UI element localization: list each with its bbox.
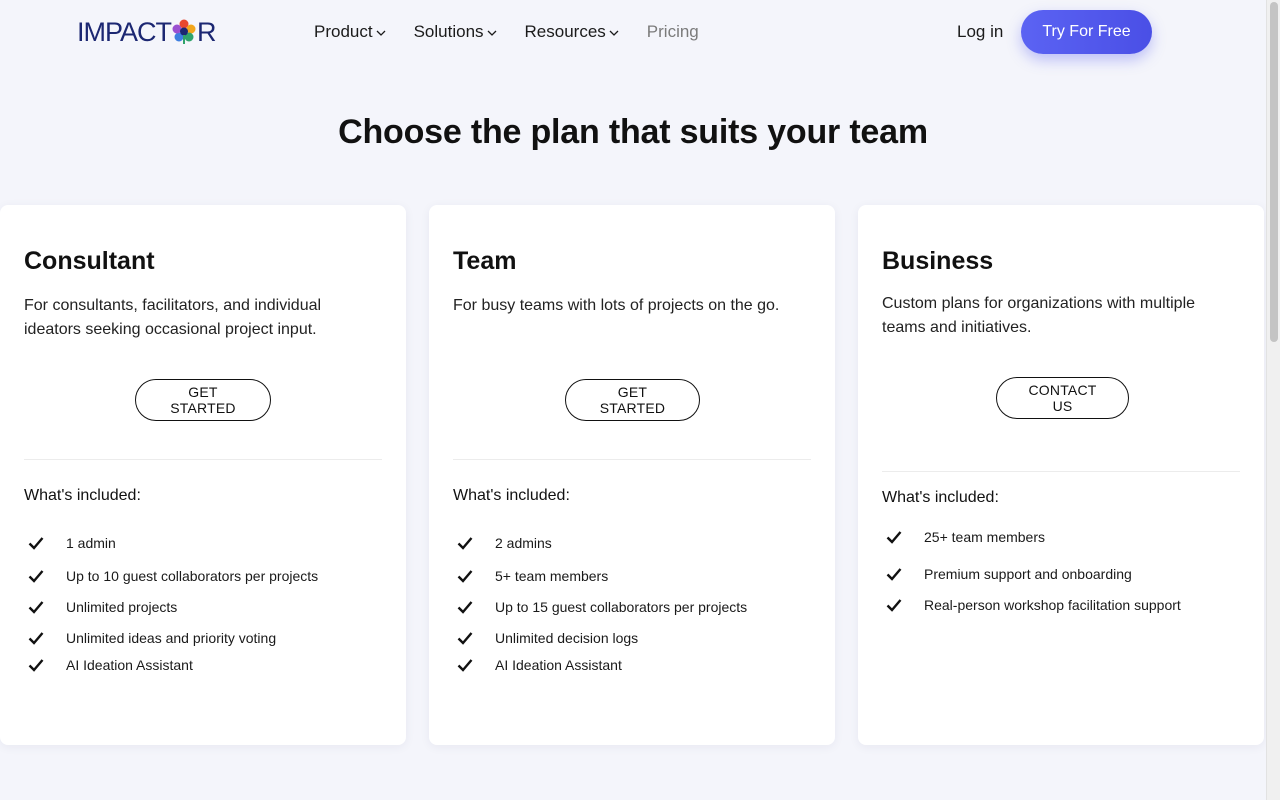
feature-item: Up to 10 guest collaborators per project… [28,568,318,584]
scrollbar-thumb[interactable] [1270,2,1278,342]
chevron-down-icon [376,30,386,36]
site-header: IMPACT R Product Solutions Resources Pri… [0,0,1266,64]
feature-item: Up to 15 guest collaborators per project… [457,599,747,615]
main-nav: Product Solutions Resources Pricing [314,22,699,42]
checkmark-icon [457,632,473,645]
nav-solutions[interactable]: Solutions [414,22,497,42]
nav-product[interactable]: Product [314,22,386,42]
logo-text-left: IMPACT [77,16,172,47]
pricing-page: IMPACT R Product Solutions Resources Pri… [0,0,1280,800]
plan-description: Custom plans for organizations with mult… [882,295,1196,336]
included-label: What's included: [882,489,999,506]
feature-item: 1 admin [28,535,116,551]
divider [24,459,382,460]
login-link[interactable]: Log in [957,22,1003,42]
try-for-free-button[interactable]: Try For Free [1021,10,1152,54]
checkmark-icon [28,601,44,614]
plan-card-team: Team For busy teams with lots of project… [429,205,835,745]
nav-product-label: Product [314,22,373,41]
page-title: Choose the plan that suits your team [338,113,928,151]
get-started-button[interactable]: GET STARTED [135,379,271,421]
chevron-down-icon [487,30,496,36]
checkmark-icon [457,537,473,550]
feature-item: AI Ideation Assistant [28,657,193,673]
logo-text-right: R [197,16,216,47]
feature-item: 25+ team members [886,529,1045,545]
checkmark-icon [28,570,44,583]
nav-solutions-label: Solutions [413,22,484,41]
checkmark-icon [457,601,473,614]
feature-text: Real-person workshop facilitation suppor… [924,597,1181,613]
feature-item: Real-person workshop facilitation suppor… [886,597,1181,613]
plan-name: Business [882,247,994,275]
page-scrollbar[interactable] [1266,0,1280,800]
feature-item: Unlimited decision logs [457,630,638,646]
impactor-logo[interactable]: IMPACT R [77,17,216,47]
get-started-button[interactable]: GET STARTED [565,379,700,421]
feature-item: 5+ team members [457,568,608,584]
feature-text: Unlimited decision logs [495,630,639,646]
feature-text: AI Ideation Assistant [66,657,193,673]
contact-us-button[interactable]: CONTACT US [996,377,1129,419]
feature-text: Up to 10 guest collaborators per project… [66,568,319,584]
feature-item: Premium support and onboarding [886,566,1132,582]
checkmark-icon [28,632,44,645]
checkmark-icon [886,568,902,581]
feature-text: 2 admins [495,535,552,551]
feature-text: 5+ team members [495,568,609,584]
feature-text: Unlimited projects [66,599,178,615]
feature-item: Unlimited ideas and priority voting [28,630,276,646]
included-label: What's included: [24,487,141,504]
nav-resources[interactable]: Resources [525,22,619,42]
nav-pricing[interactable]: Pricing [647,22,699,42]
feature-text: Premium support and onboarding [924,566,1132,582]
nav-pricing-label: Pricing [646,22,699,41]
checkmark-icon [457,570,473,583]
feature-text: Unlimited ideas and priority voting [66,630,277,646]
included-label: What's included: [453,487,570,504]
feature-item: Unlimited projects [28,599,177,615]
plan-description: For busy teams with lots of projects on … [453,297,780,314]
feature-text: Up to 15 guest collaborators per project… [495,599,748,615]
flower-logo-icon [172,19,196,44]
divider [882,471,1240,472]
checkmark-icon [28,537,44,550]
plan-card-business: Business Custom plans for organizations … [858,205,1264,745]
divider [453,459,811,460]
feature-text: 1 admin [66,535,116,551]
feature-text: AI Ideation Assistant [495,657,622,673]
feature-text: 25+ team members [924,529,1045,545]
nav-resources-label: Resources [524,22,606,41]
plan-name: Consultant [24,247,155,275]
feature-item: AI Ideation Assistant [457,657,622,673]
checkmark-icon [886,531,902,544]
plan-name: Team [453,247,517,275]
plan-card-consultant: Consultant For consultants, facilitators… [0,205,406,745]
checkmark-icon [457,659,473,672]
plan-description: For consultants, facilitators, and indiv… [24,297,322,338]
feature-item: 2 admins [457,535,552,551]
checkmark-icon [886,599,902,612]
chevron-down-icon [609,30,619,36]
checkmark-icon [28,659,44,672]
